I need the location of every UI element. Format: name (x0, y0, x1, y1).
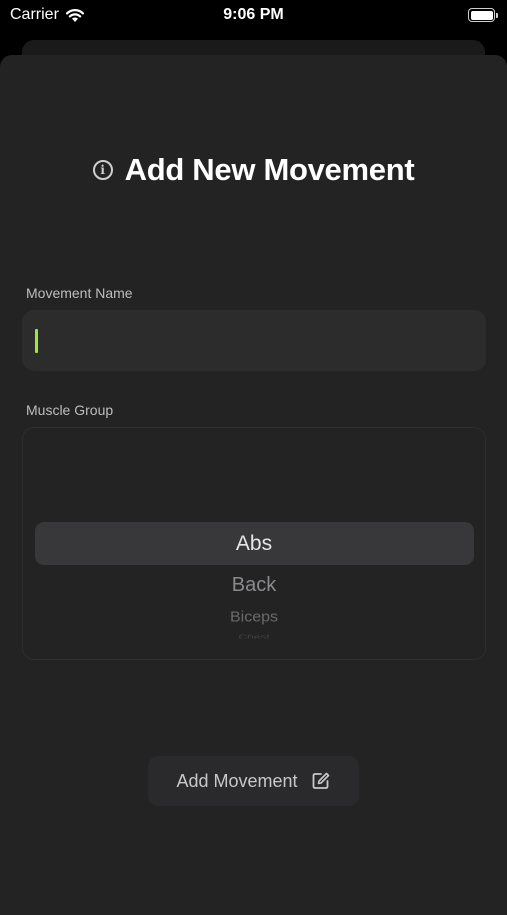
muscle-group-label: Muscle Group (26, 402, 114, 418)
status-time: 9:06 PM (223, 6, 284, 23)
status-bar: Carrier 9:06 PM (0, 0, 507, 32)
picker-option-biceps[interactable]: Biceps (23, 610, 485, 626)
movement-name-label: Movement Name (26, 285, 133, 301)
battery-full-icon (468, 8, 498, 22)
title-row: i Add New Movement (0, 150, 507, 190)
picker-option-back[interactable]: Back (23, 574, 485, 597)
text-caret (35, 329, 38, 353)
movement-name-field[interactable] (22, 310, 486, 371)
add-movement-button[interactable]: Add Movement (148, 756, 359, 806)
add-movement-button-label: Add Movement (176, 770, 298, 791)
picker-option-abs[interactable]: Abs (23, 532, 485, 556)
info-circle-icon[interactable]: i (92, 160, 113, 180)
picker-option-chest[interactable]: Chest (23, 634, 485, 639)
page-title: Add New Movement (124, 152, 415, 187)
compose-icon (312, 772, 329, 789)
muscle-group-picker[interactable]: Abs Back Biceps Chest (22, 427, 486, 660)
